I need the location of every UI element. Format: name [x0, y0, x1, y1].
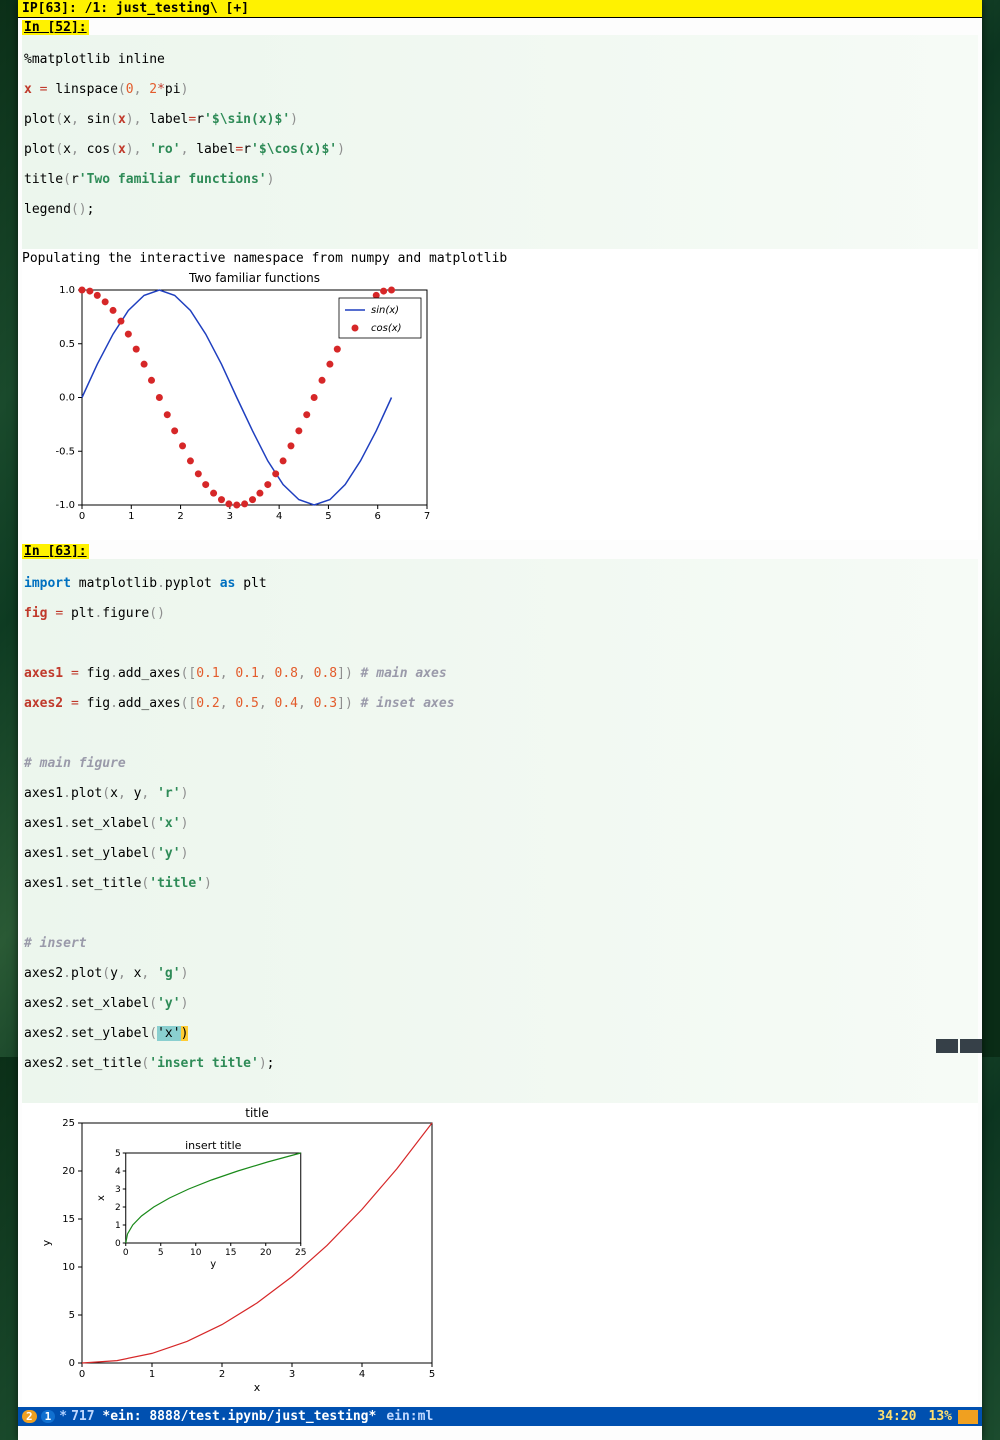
- cell-63-prompt: In [63]:: [22, 544, 89, 559]
- svg-text:2: 2: [219, 1369, 225, 1380]
- system-tray: [936, 1039, 982, 1053]
- svg-text:1: 1: [149, 1369, 155, 1380]
- winnum-2: 1: [41, 1410, 56, 1423]
- svg-text:1: 1: [115, 1221, 121, 1231]
- svg-text:5: 5: [69, 1310, 75, 1321]
- svg-text:sin(x): sin(x): [371, 305, 399, 316]
- svg-text:4: 4: [115, 1167, 121, 1177]
- svg-text:25: 25: [62, 1118, 75, 1129]
- svg-text:20: 20: [260, 1248, 272, 1258]
- cell-63-chart: title0123450510152025xyinsert title05101…: [22, 1103, 978, 1405]
- svg-text:0: 0: [115, 1239, 121, 1249]
- svg-text:1: 1: [128, 511, 134, 522]
- svg-text:y: y: [40, 1239, 53, 1246]
- mode-line-cap-icon: [958, 1410, 978, 1424]
- winnum-1: 2: [22, 1410, 37, 1423]
- svg-text:cos(x): cos(x): [371, 323, 402, 334]
- svg-text:3: 3: [227, 511, 233, 522]
- buffer-name[interactable]: *ein: 8888/test.ipynb/just_testing*: [102, 1409, 376, 1424]
- cell-52-code[interactable]: %matplotlib inline x = linspace(0, 2*pi)…: [22, 35, 978, 249]
- svg-text:Two familiar functions: Two familiar functions: [188, 271, 320, 285]
- svg-text:4: 4: [359, 1369, 365, 1380]
- svg-text:15: 15: [62, 1214, 75, 1225]
- modified-icon: *: [59, 1409, 67, 1424]
- chart-title-insert: title0123450510152025xyinsert title05101…: [32, 1105, 452, 1395]
- cell-52-chart: Two familiar functions 0 1 2 3 4 5 6 7 -1.0 -0.5 0.…: [22, 268, 978, 540]
- mode-line[interactable]: 2 1 * 717 *ein: 8888/test.ipynb/just_tes…: [18, 1407, 982, 1426]
- svg-text:5: 5: [325, 511, 331, 522]
- emacs-frame: IP[63]: /1: just_testing\ [+] In [52]: %…: [18, 0, 982, 1440]
- svg-text:x: x: [254, 1381, 261, 1394]
- scroll-percent: 13%: [929, 1409, 958, 1424]
- svg-text:x: x: [96, 1195, 107, 1201]
- svg-text:2: 2: [115, 1203, 121, 1213]
- major-mode: ein:ml: [386, 1409, 433, 1424]
- svg-text:3: 3: [289, 1369, 295, 1380]
- mode-number: 717: [71, 1409, 94, 1424]
- svg-text:0: 0: [79, 511, 85, 522]
- cell-52-stdout: Populating the interactive namespace fro…: [22, 249, 978, 268]
- cell-63-code[interactable]: import matplotlib.pyplot as plt fig = pl…: [22, 559, 978, 1103]
- svg-text:0: 0: [79, 1369, 85, 1380]
- svg-text:6: 6: [375, 511, 381, 522]
- cell-52-prompt: In [52]:: [22, 20, 89, 35]
- svg-text:3: 3: [115, 1185, 121, 1195]
- svg-text:10: 10: [190, 1248, 202, 1258]
- svg-text:5: 5: [115, 1149, 121, 1159]
- svg-text:25: 25: [295, 1248, 306, 1258]
- cell-63[interactable]: In [63]: import matplotlib.pyplot as plt…: [18, 542, 982, 1407]
- svg-text:1.0: 1.0: [59, 285, 75, 296]
- chart-two-familiar: Two familiar functions 0 1 2 3 4 5 6 7 -1.0 -0.5 0.…: [32, 270, 432, 530]
- tray-icon[interactable]: [936, 1039, 958, 1053]
- frame-titlebar: IP[63]: /1: just_testing\ [+]: [18, 0, 982, 18]
- svg-text:0: 0: [69, 1358, 75, 1369]
- svg-text:15: 15: [225, 1248, 236, 1258]
- svg-text:4: 4: [276, 511, 282, 522]
- cell-52[interactable]: In [52]: %matplotlib inline x = linspace…: [18, 18, 982, 542]
- svg-text:-1.0: -1.0: [55, 500, 75, 511]
- svg-text:0: 0: [123, 1248, 129, 1258]
- svg-text:y: y: [210, 1259, 216, 1270]
- svg-text:title: title: [245, 1106, 268, 1120]
- svg-text:5: 5: [429, 1369, 435, 1380]
- svg-text:0.0: 0.0: [59, 393, 75, 404]
- cursor-position: 34:20: [865, 1409, 928, 1424]
- svg-text:-0.5: -0.5: [55, 446, 75, 457]
- svg-text:0.5: 0.5: [59, 339, 75, 350]
- svg-text:20: 20: [62, 1166, 75, 1177]
- svg-text:2: 2: [177, 511, 183, 522]
- svg-text:insert title: insert title: [185, 1139, 242, 1152]
- tray-icon[interactable]: [960, 1039, 982, 1053]
- minibuffer[interactable]: [18, 1426, 982, 1440]
- svg-text:7: 7: [424, 511, 430, 522]
- svg-text:5: 5: [158, 1248, 164, 1258]
- svg-text:10: 10: [62, 1262, 75, 1273]
